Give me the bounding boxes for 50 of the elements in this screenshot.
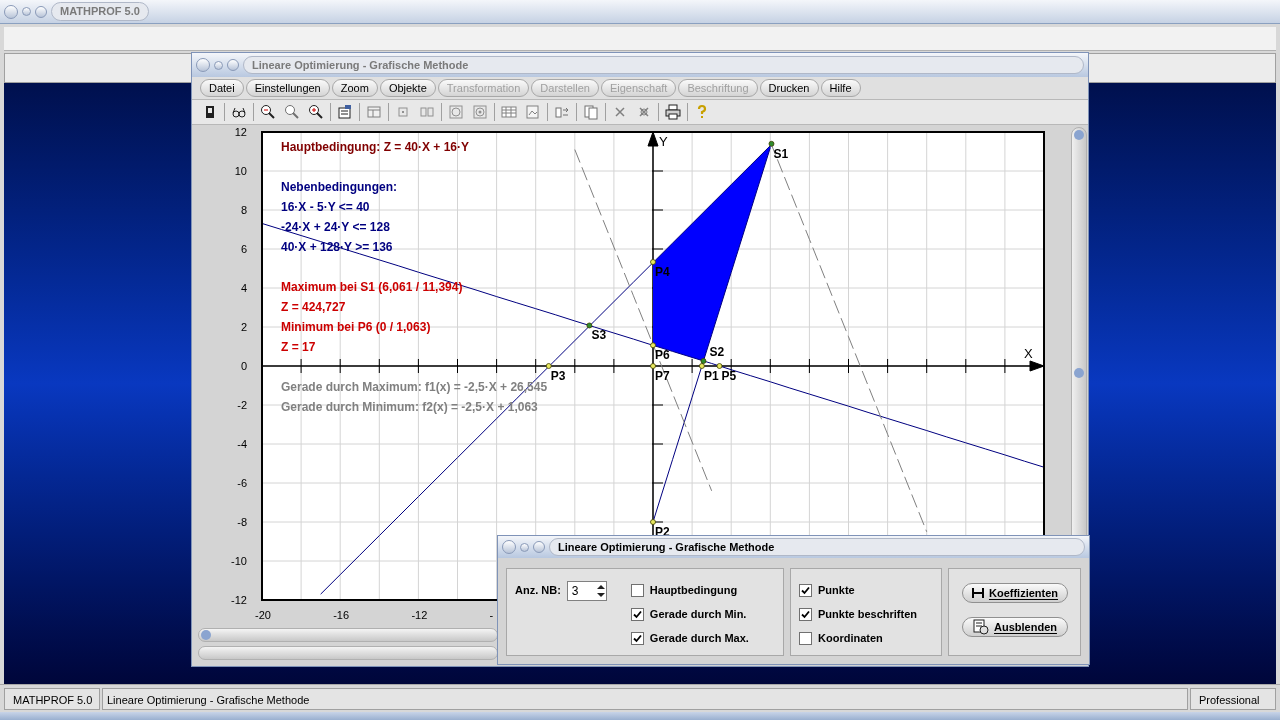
tick-label: -16 xyxy=(333,609,350,621)
info-text: Maximum bei S1 (6,061 / 11,394) xyxy=(281,279,464,296)
field-label: Anz. NB: xyxy=(515,583,561,598)
window-title: Lineare Optimierung - Grafische Methode xyxy=(243,55,1084,75)
checkbox-label: Koordinaten xyxy=(818,630,883,646)
info-text: -24·X + 24·Y <= 128 xyxy=(281,219,391,236)
axis-label: Y xyxy=(659,134,668,149)
tick-label: -20 xyxy=(255,609,271,621)
tick-label: 8 xyxy=(240,204,247,216)
point-label: P4 xyxy=(655,265,670,279)
checkbox-label: Hauptbedingung xyxy=(649,582,738,598)
point-label: P7 xyxy=(655,369,670,383)
point-label: S2 xyxy=(709,345,725,359)
tick-label: - xyxy=(489,609,494,621)
status-text: MATHPROF 5.0 xyxy=(4,687,100,710)
point-label: S1 xyxy=(773,146,789,161)
axis-label: X xyxy=(1024,346,1033,361)
checkbox-label: Punkte beschriften xyxy=(818,606,918,622)
info-text: Hauptbedingung: Z = 40·X + 16·Y xyxy=(281,139,471,156)
window-title: Lineare Optimierung - Grafische Methode xyxy=(549,537,1085,557)
point-label: P1 xyxy=(703,369,719,383)
checkbox-label: Gerade durch Min. xyxy=(649,606,747,622)
info-text: Minimum bei P6 (0 / 1,063) xyxy=(281,319,432,336)
checkbox-label: Punkte xyxy=(818,582,855,598)
info-text: Z = 17 xyxy=(281,339,317,356)
tick-label: -10 xyxy=(231,555,247,567)
status-text: Professional xyxy=(1190,687,1276,710)
tick-label: 10 xyxy=(234,165,247,177)
info-text: Z = 424,727 xyxy=(281,299,347,316)
window-title: MATHPROF 5.0 xyxy=(51,2,149,21)
tick-label: 6 xyxy=(240,243,247,255)
tick-label: -12 xyxy=(411,609,428,621)
tick-label: 2 xyxy=(240,321,247,333)
tick-label: 4 xyxy=(240,282,247,294)
tick-label: -2 xyxy=(237,399,247,411)
tick-label: 0 xyxy=(240,360,247,372)
tick-label: -8 xyxy=(237,516,247,528)
info-text: 16·X - 5·Y <= 40 xyxy=(281,199,371,216)
info-text: Gerade durch Minimum: f2(x) = -2,5·X + 1,063 xyxy=(281,399,539,416)
point-label: P3 xyxy=(550,369,566,383)
status-text: Lineare Optimierung - Grafische Methode xyxy=(102,687,1188,710)
checkbox-label: Gerade durch Max. xyxy=(649,630,749,646)
tick-label: -12 xyxy=(231,594,247,606)
point-label: S3 xyxy=(591,328,607,343)
point-label: P5 xyxy=(721,369,737,383)
tick-label: 12 xyxy=(234,126,247,138)
tick-label: -4 xyxy=(237,438,247,450)
point-label: P6 xyxy=(655,348,670,363)
info-text: Nebenbedingungen: xyxy=(281,179,398,196)
tick-label: -6 xyxy=(237,477,247,489)
